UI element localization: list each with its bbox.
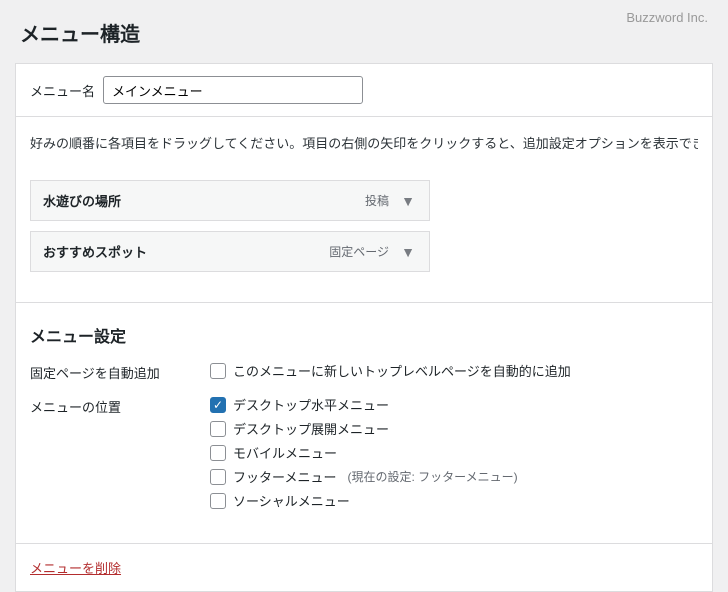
menu-item-type: 投稿 <box>365 192 389 209</box>
location-option-note: (現在の設定: フッターメニュー) <box>347 468 517 485</box>
location-option-desktop-expanded[interactable]: デスクトップ展開メニュー <box>210 419 698 438</box>
checkbox-icon[interactable] <box>210 421 226 437</box>
location-option-label: モバイルメニュー <box>233 443 337 462</box>
menu-name-input[interactable] <box>103 76 363 104</box>
location-option-label: デスクトップ水平メニュー <box>233 395 389 414</box>
checkbox-icon[interactable] <box>210 363 226 379</box>
settings-title: メニュー設定 <box>30 323 698 347</box>
auto-add-option-label: このメニューに新しいトップレベルページを自動的に追加 <box>233 361 571 380</box>
location-option-label: ソーシャルメニュー <box>233 491 350 510</box>
location-option-social[interactable]: ソーシャルメニュー <box>210 491 698 510</box>
auto-add-row: 固定ページを自動追加 このメニューに新しいトップレベルページを自動的に追加 <box>30 361 698 385</box>
brand-label: Buzzword Inc. <box>626 10 708 25</box>
location-option-label: フッターメニュー <box>233 467 336 486</box>
menu-item-title: 水遊びの場所 <box>43 191 365 210</box>
location-option-label: デスクトップ展開メニュー <box>233 419 389 438</box>
menu-panel: メニュー名 好みの順番に各項目をドラッグしてください。項目の右側の矢印をクリック… <box>15 63 713 592</box>
menu-structure-body: 好みの順番に各項目をドラッグしてください。項目の右側の矢印をクリックすると、追加… <box>16 117 712 303</box>
checkbox-icon[interactable] <box>210 445 226 461</box>
auto-add-label: 固定ページを自動追加 <box>30 361 210 382</box>
menu-name-row: メニュー名 <box>16 64 712 117</box>
checkbox-icon[interactable] <box>210 397 226 413</box>
menu-item-type: 固定ページ <box>329 243 389 260</box>
drag-hint: 好みの順番に各項目をドラッグしてください。項目の右側の矢印をクリックすると、追加… <box>30 133 698 152</box>
auto-add-option[interactable]: このメニューに新しいトップレベルページを自動的に追加 <box>210 361 698 380</box>
delete-row: メニューを削除 <box>16 544 712 591</box>
location-row: メニューの位置 デスクトップ水平メニュー デスクトップ展開メニュー モバイルメニ… <box>30 395 698 515</box>
menu-item[interactable]: おすすめスポット 固定ページ ▼ <box>30 231 430 272</box>
menu-name-label: メニュー名 <box>30 81 95 100</box>
location-option-desktop-horizontal[interactable]: デスクトップ水平メニュー <box>210 395 698 414</box>
menu-settings-section: メニュー設定 固定ページを自動追加 このメニューに新しいトップレベルページを自動… <box>16 303 712 544</box>
checkbox-icon[interactable] <box>210 493 226 509</box>
location-label: メニューの位置 <box>30 395 210 416</box>
location-option-footer[interactable]: フッターメニュー (現在の設定: フッターメニュー) <box>210 467 698 486</box>
chevron-down-icon[interactable]: ▼ <box>399 244 417 260</box>
menu-item-title: おすすめスポット <box>43 242 329 261</box>
chevron-down-icon[interactable]: ▼ <box>399 193 417 209</box>
checkbox-icon[interactable] <box>210 469 226 485</box>
location-option-mobile[interactable]: モバイルメニュー <box>210 443 698 462</box>
menu-item[interactable]: 水遊びの場所 投稿 ▼ <box>30 180 430 221</box>
page-title: メニュー構造 <box>0 0 728 63</box>
